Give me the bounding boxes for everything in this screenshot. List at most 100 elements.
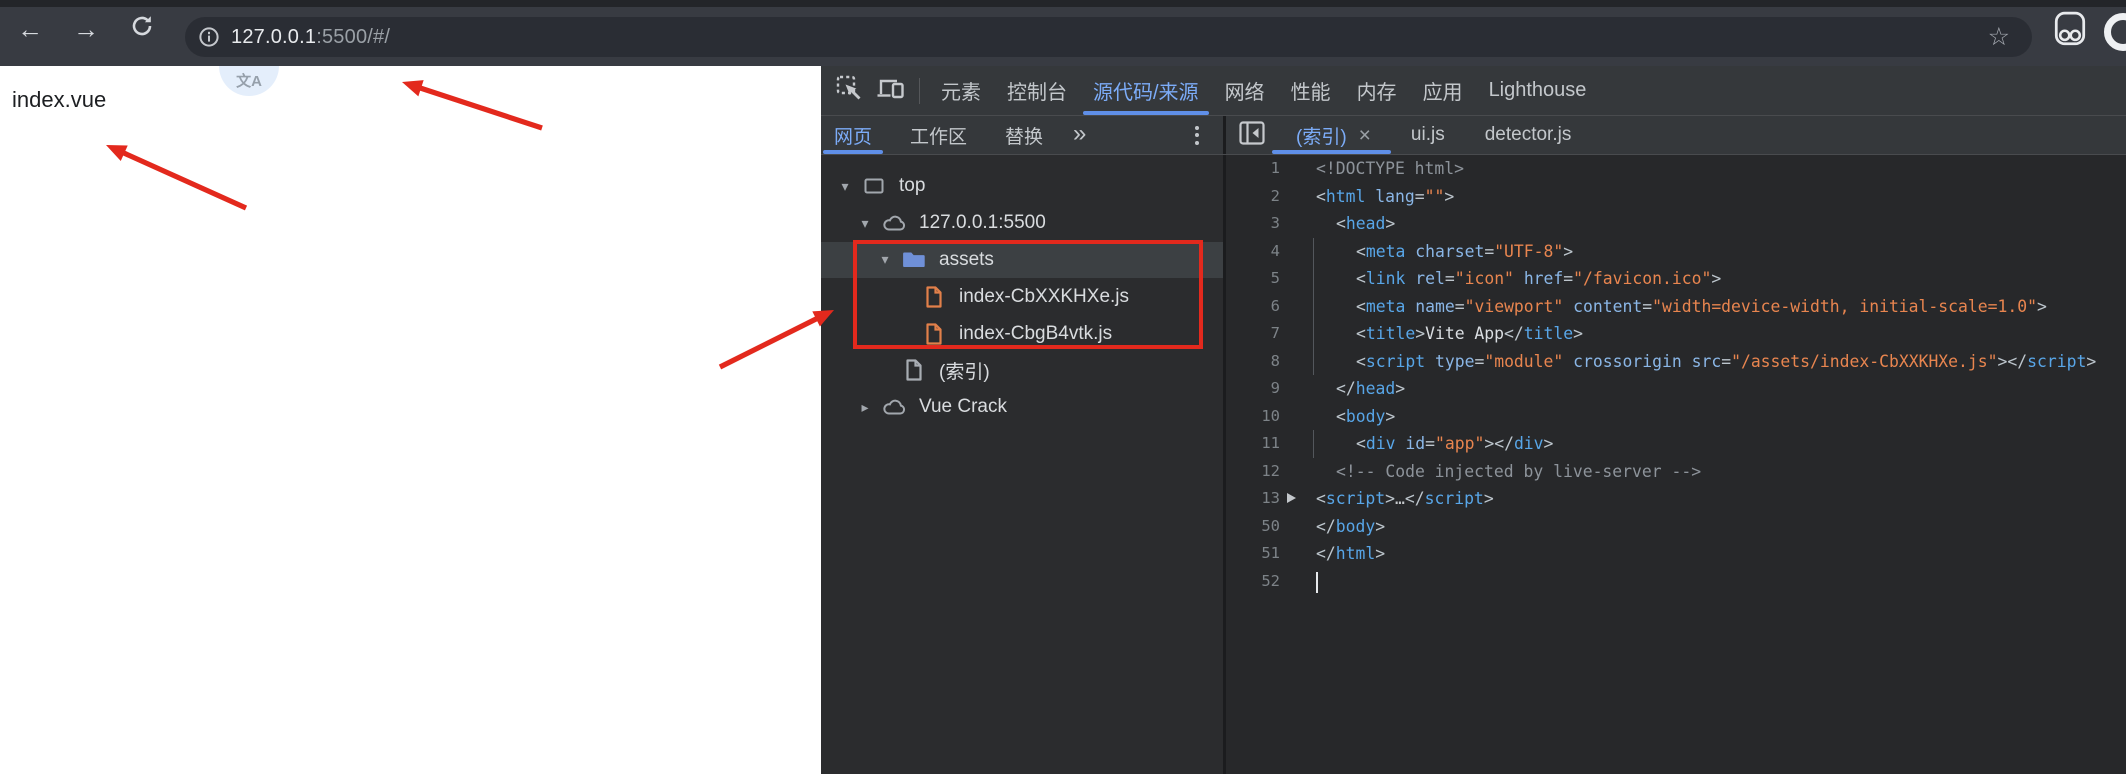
code-text: </head> bbox=[1336, 379, 1406, 398]
indent-guide bbox=[1313, 237, 1314, 265]
code-text: <link rel="icon" href="/favicon.ico"> bbox=[1356, 269, 1722, 288]
device-toolbar-icon bbox=[876, 74, 906, 107]
translate-bubble-button[interactable]: 文A bbox=[219, 66, 279, 96]
editor-tab-ui-js[interactable]: ui.js bbox=[1395, 116, 1461, 154]
tree-item-index-cbxxkhxe-js[interactable]: index-CbXXKHXe.js bbox=[821, 278, 1223, 315]
navigator-tab-workspace[interactable]: 工作区 bbox=[910, 116, 967, 154]
code-text bbox=[1296, 568, 1318, 596]
code-line-50: 50 </body> bbox=[1226, 513, 2126, 541]
tree-item-vue-crack[interactable]: ▸ Vue Crack bbox=[821, 389, 1223, 426]
close-tab-icon[interactable]: × bbox=[1359, 125, 1371, 146]
file-orange-icon bbox=[921, 322, 947, 346]
devtools-tab-application[interactable]: 应用 bbox=[1410, 66, 1476, 115]
expander-icon[interactable]: ▾ bbox=[873, 251, 897, 268]
line-number: 1 bbox=[1270, 159, 1280, 177]
line-number: 8 bbox=[1270, 351, 1280, 370]
navigator-tab-overrides[interactable]: 替换 bbox=[1005, 116, 1043, 154]
navigator-menu-button[interactable] bbox=[1195, 125, 1199, 145]
tab-label: 替换 bbox=[1005, 126, 1044, 148]
navigator-toolbar: 网页 工作区 替换 » bbox=[821, 116, 1226, 154]
tab-label: 工作区 bbox=[910, 126, 968, 148]
site-info-icon[interactable] bbox=[198, 26, 220, 48]
tab-label: 应用 bbox=[1422, 82, 1463, 104]
folder-icon bbox=[901, 249, 927, 270]
editor-tab-detector-js[interactable]: detector.js bbox=[1469, 116, 1588, 154]
code-line-13: 13 <script>…</script> bbox=[1226, 485, 2126, 513]
code-line-4: 4 <meta charset="UTF-8"> bbox=[1226, 237, 2126, 265]
code-line-12: 12 <!-- Code injected by live-server --> bbox=[1226, 458, 2126, 486]
tree-item-index-page[interactable]: (索引) bbox=[821, 352, 1223, 389]
frame-icon bbox=[861, 175, 887, 197]
tab-label: ui.js bbox=[1410, 124, 1445, 145]
devtools-tab-network[interactable]: 网络 bbox=[1212, 66, 1278, 115]
expander-icon[interactable]: ▸ bbox=[853, 399, 877, 416]
tree-item-host-127-0-0-1-5500[interactable]: ▾ 127.0.0.1:5500 bbox=[821, 205, 1223, 242]
extension-button[interactable] bbox=[2051, 11, 2089, 51]
devtools-tab-elements[interactable]: 元素 bbox=[928, 66, 994, 115]
tree-item-top[interactable]: ▾ top bbox=[821, 168, 1223, 205]
indent-guide bbox=[1313, 265, 1314, 293]
text-cursor bbox=[1316, 571, 1318, 593]
code-text: </html> bbox=[1316, 544, 1386, 563]
devtools-panel: 元素 控制台 源代码/来源 网络 性能 内存 应用 Lighthouse 网页 工作区 替换 » … bbox=[821, 66, 2126, 774]
reload-icon bbox=[129, 13, 155, 46]
code-line-52: 52 bbox=[1226, 568, 2126, 596]
expander-icon[interactable]: ▾ bbox=[833, 178, 857, 195]
back-button[interactable]: ← bbox=[8, 7, 52, 51]
tab-label: detector.js bbox=[1484, 124, 1572, 145]
file-gray-icon bbox=[901, 358, 927, 382]
code-line-2: 2 <html lang=""> bbox=[1226, 183, 2126, 211]
line-number: 51 bbox=[1261, 544, 1280, 562]
reload-button[interactable] bbox=[120, 7, 164, 51]
line-number: 12 bbox=[1261, 461, 1280, 480]
device-toolbar-button[interactable] bbox=[873, 73, 909, 109]
more-tabs-button[interactable]: » bbox=[1073, 120, 1086, 148]
tree-item-index-cbgb4vtk-js[interactable]: index-CbgB4vtk.js bbox=[821, 315, 1223, 352]
tab-label: 控制台 bbox=[1007, 82, 1067, 104]
tree-item-label: index-CbgB4vtk.js bbox=[959, 322, 1113, 344]
line-number: 2 bbox=[1270, 186, 1280, 205]
cloud-icon bbox=[881, 396, 907, 418]
expander-icon[interactable]: ▾ bbox=[853, 215, 877, 232]
omnibox[interactable]: 127.0.0.1:5500/#/ ☆ bbox=[185, 17, 2032, 57]
code-line-6: 6 <meta name="viewport" content="width=de… bbox=[1226, 292, 2126, 320]
code-line-10: 10 <body> bbox=[1226, 403, 2126, 431]
editor-tab-bar: (索引) × ui.js detector.js bbox=[1226, 116, 2126, 154]
url-text: 127.0.0.1:5500/#/ bbox=[231, 25, 391, 48]
code-line-5: 5 <link rel="icon" href="/favicon.ico"> bbox=[1226, 265, 2126, 293]
indent-guide bbox=[1313, 320, 1314, 348]
tree-item-label: index-CbXXKHXe.js bbox=[959, 285, 1130, 307]
tab-label: (索引) bbox=[1296, 126, 1347, 148]
line-number: 5 bbox=[1270, 269, 1280, 287]
code-line-9: 9 </head> bbox=[1226, 375, 2126, 403]
tab-label: 网络 bbox=[1224, 82, 1265, 104]
collapse-panel-icon bbox=[1238, 120, 1266, 151]
toolbar-separator bbox=[919, 77, 920, 104]
code-text: <div id="app"></div> bbox=[1356, 434, 1554, 453]
source-editor[interactable]: 1 <!DOCTYPE html> 2 <html lang=""> 3 <head> 4 <… bbox=[1226, 155, 2126, 774]
inspect-element-button[interactable] bbox=[831, 73, 867, 109]
navigator-tab-page[interactable]: 网页 bbox=[822, 116, 884, 154]
devtools-tab-performance[interactable]: 性能 bbox=[1278, 66, 1344, 115]
code-text: <title>Vite App</title> bbox=[1356, 324, 1584, 343]
line-number: 9 bbox=[1270, 379, 1280, 397]
extension-glasses-icon bbox=[2052, 10, 2088, 53]
devtools-tab-console[interactable]: 控制台 bbox=[994, 66, 1080, 115]
code-text: <meta charset="UTF-8"> bbox=[1356, 241, 1574, 261]
tree-item-label: assets bbox=[939, 248, 994, 270]
line-number: 7 bbox=[1270, 324, 1280, 342]
collapse-navigator-button[interactable] bbox=[1238, 120, 1266, 151]
devtools-tab-lighthouse[interactable]: Lighthouse bbox=[1476, 66, 1600, 115]
code-line-3: 3 <head> bbox=[1226, 210, 2126, 238]
devtools-tab-memory[interactable]: 内存 bbox=[1344, 66, 1410, 115]
fold-arrow-icon[interactable] bbox=[1287, 493, 1296, 503]
devtools-tab-sources[interactable]: 源代码/来源 bbox=[1080, 66, 1212, 115]
bookmark-star-icon[interactable]: ☆ bbox=[1988, 24, 2010, 50]
code-line-51: 51 </html> bbox=[1226, 540, 2126, 568]
tree-item-assets[interactable]: ▾ assets bbox=[821, 241, 1223, 279]
line-number: 6 bbox=[1270, 296, 1280, 315]
editor-tab-index-page[interactable]: (索引) × bbox=[1272, 116, 1391, 154]
file-navigator-tree: ▾ top ▾ 127.0.0.1:5500 ▾ assets index-CbXXKHXe… bbox=[821, 155, 1226, 774]
forward-button[interactable]: → bbox=[64, 7, 108, 51]
code-text: <script type="module" crossorigin src="/… bbox=[1356, 351, 2097, 371]
